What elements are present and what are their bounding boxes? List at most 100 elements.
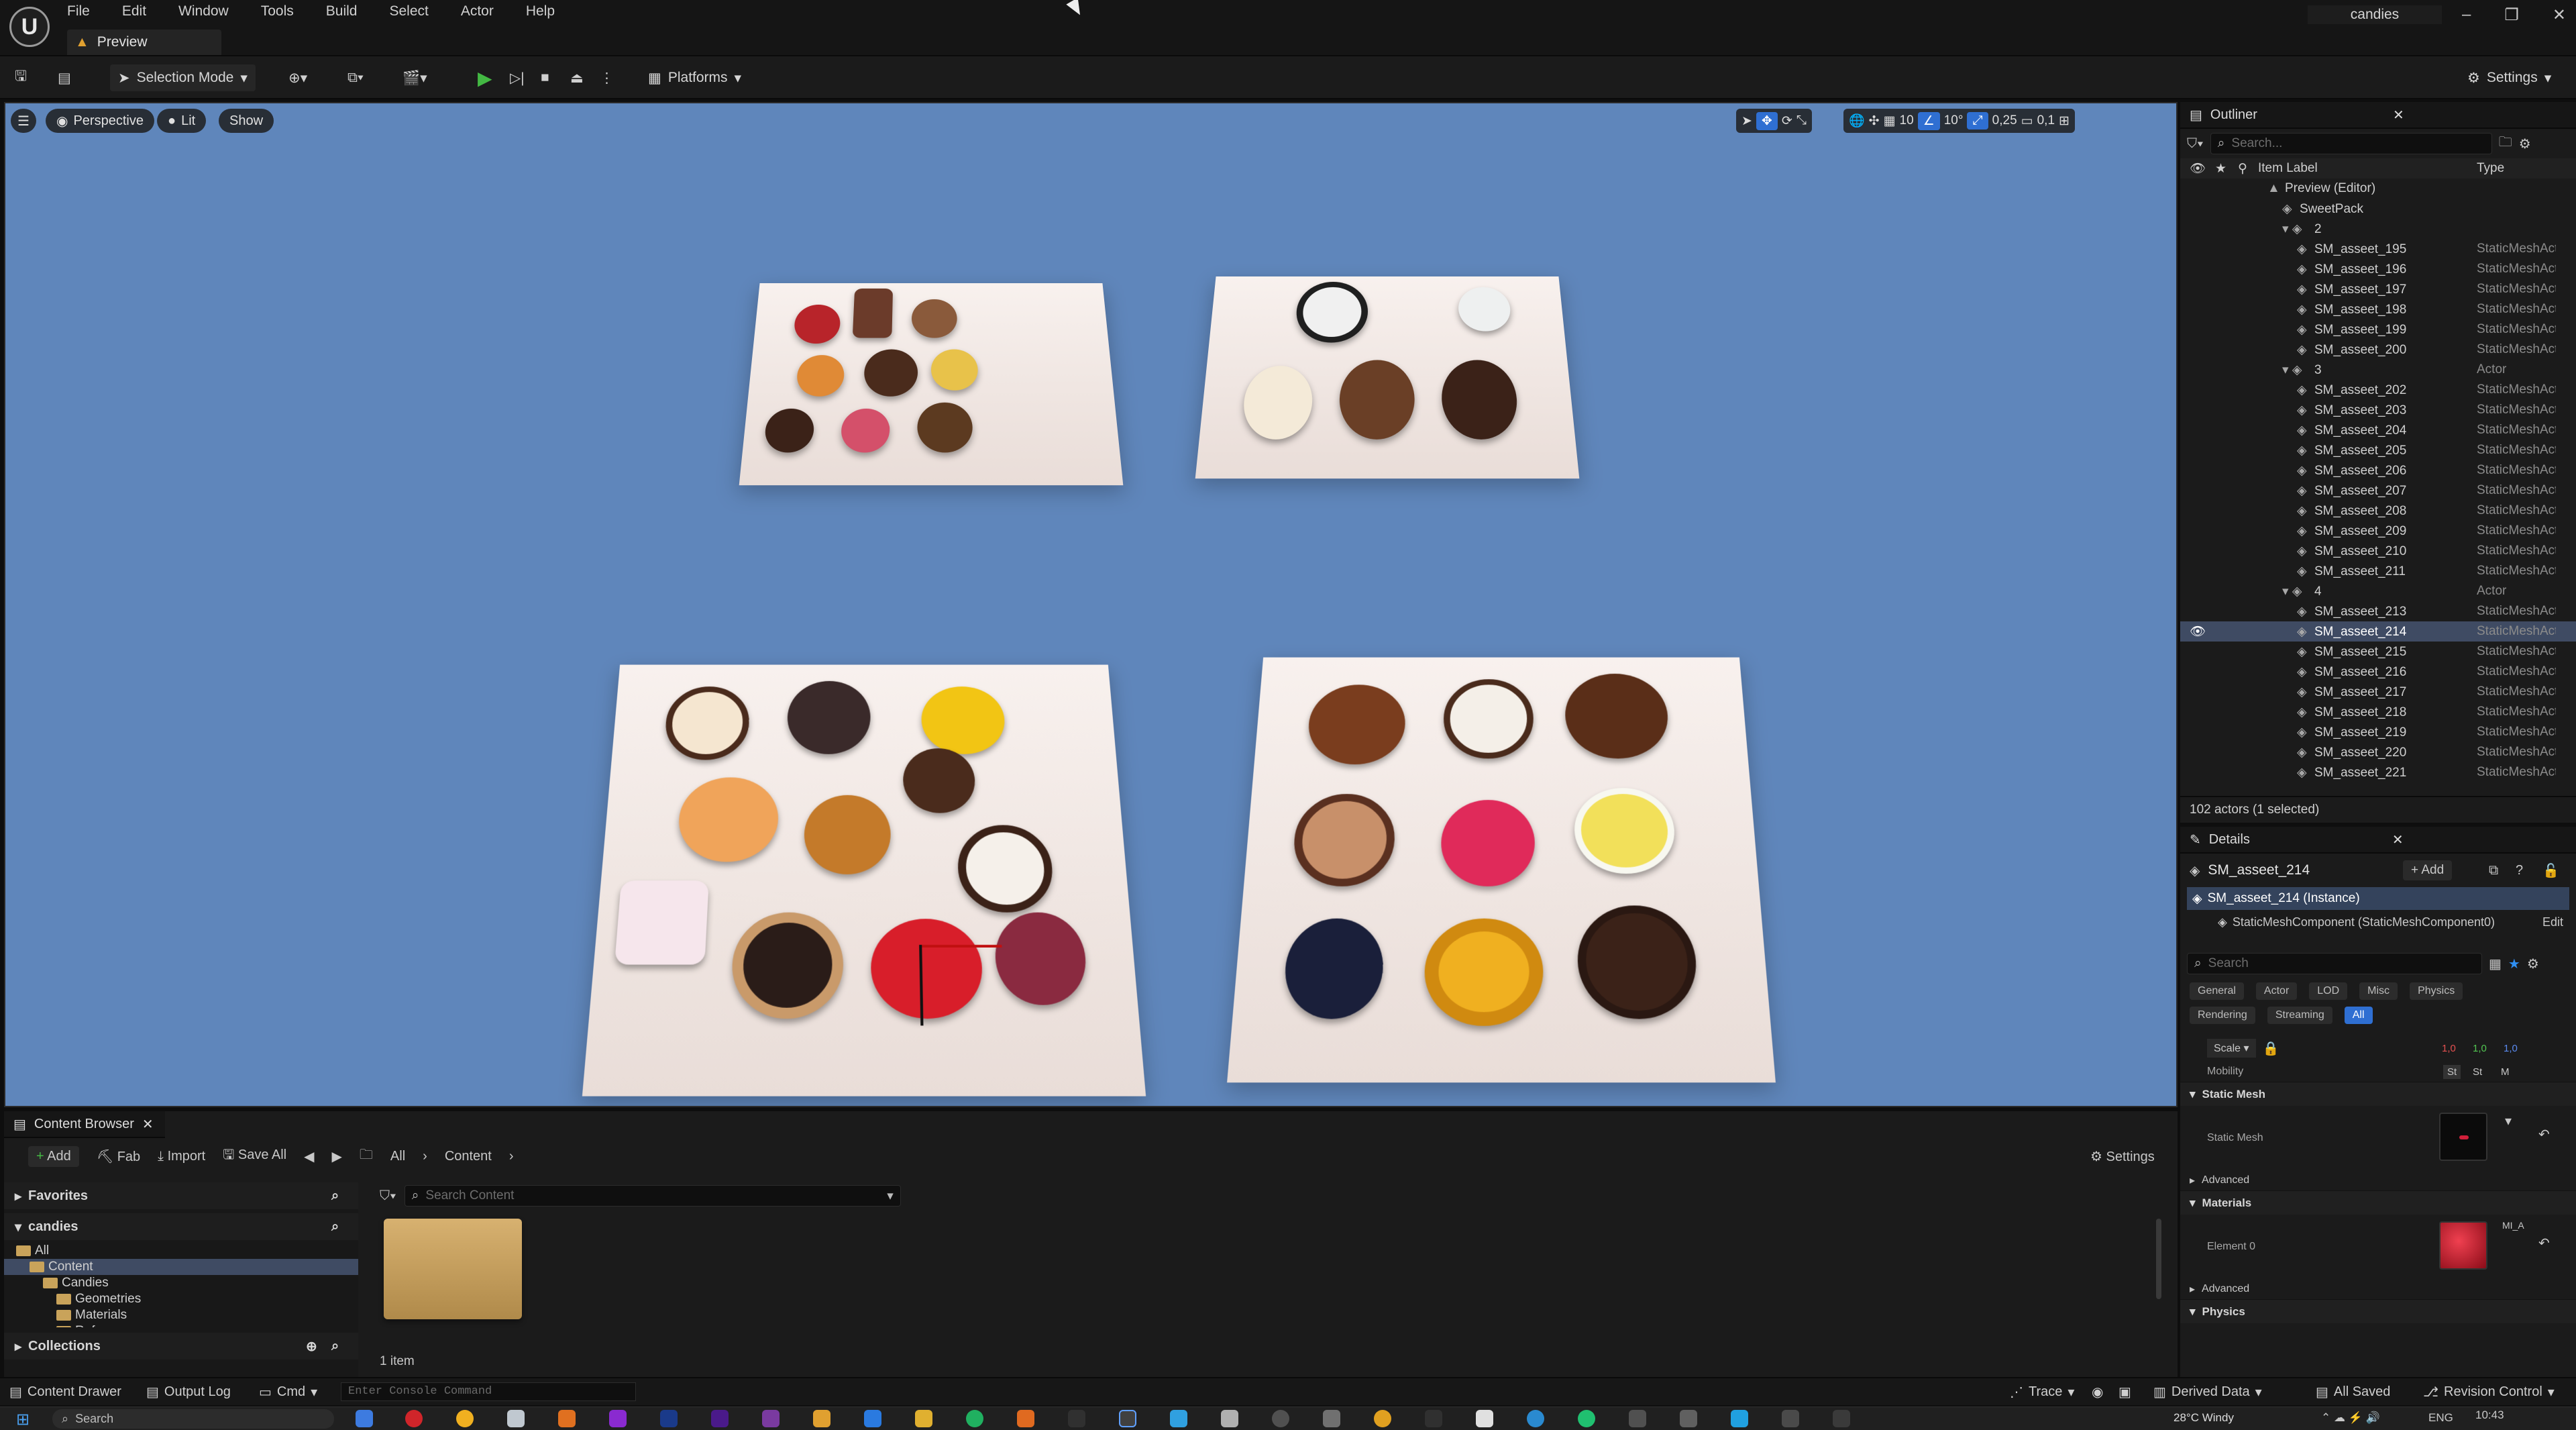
filter-all[interactable]: All — [2344, 1007, 2373, 1024]
outliner-search-input[interactable]: ⌕ Search... — [2210, 133, 2492, 154]
cinematics-icon[interactable]: 🎬▾ — [402, 64, 427, 91]
filter-lod[interactable]: LOD — [2309, 982, 2348, 1000]
outliner-row[interactable]: ◈ SM_asseet_198 StaticMeshActor — [2180, 299, 2576, 319]
outliner-row[interactable]: ◈ SM_asseet_220 StaticMeshActor — [2180, 742, 2576, 762]
taskbar-app-icon[interactable] — [1017, 1410, 1034, 1427]
windows-start-icon[interactable]: ⊞ — [16, 1410, 30, 1429]
scale-dropdown[interactable]: Scale ▾ — [2207, 1039, 2256, 1058]
move-tool-icon[interactable]: ✥ — [1756, 111, 1778, 130]
add-component-button[interactable]: + Add — [2403, 860, 2453, 880]
outliner-row[interactable]: ◈ SM_asseet_215 StaticMeshActor — [2180, 642, 2576, 662]
output-log-button[interactable]: ▤ Output Log — [146, 1384, 231, 1400]
language-indicator[interactable]: ENG — [2428, 1411, 2453, 1425]
scale-snap-icon[interactable]: ⤢ — [1967, 112, 1988, 130]
taskbar-app-icon[interactable] — [1527, 1410, 1544, 1427]
eject-icon[interactable]: ⏏ — [570, 64, 584, 91]
help-icon[interactable]: ? — [2516, 863, 2523, 878]
edit-link[interactable]: Edit — [2542, 915, 2563, 929]
details-tab[interactable]: ✎ Details ✕ — [2180, 827, 2576, 854]
taskbar-app-icon[interactable] — [1782, 1410, 1799, 1427]
outliner-row[interactable]: ◈ SM_asseet_206 StaticMeshActor — [2180, 460, 2576, 480]
folder-tree-item[interactable]: Candies — [4, 1275, 358, 1291]
star-column-icon[interactable]: ★ — [2215, 161, 2226, 176]
platforms-button[interactable]: ▦ Platforms ▾ — [648, 64, 741, 91]
taskbar-photoshop-icon[interactable] — [660, 1410, 678, 1427]
back-icon[interactable]: ◀ — [304, 1148, 314, 1165]
revision-control-button[interactable]: ⎇ Revision Control ▾ — [2423, 1384, 2555, 1400]
outliner-row[interactable]: ◈ SM_asseet_197 StaticMeshActor — [2180, 279, 2576, 299]
record-icon[interactable]: ◉ — [2092, 1384, 2103, 1400]
project-section[interactable]: ▾ candies ⌕ — [4, 1213, 358, 1240]
menu-select[interactable]: Select — [389, 3, 428, 19]
taskbar-app-icon[interactable] — [1425, 1410, 1442, 1427]
close-icon[interactable]: ✕ — [2392, 831, 2404, 848]
taskbar-app-icon[interactable] — [1221, 1410, 1238, 1427]
scale-y[interactable]: 1,0 — [2473, 1043, 2487, 1054]
camera-speed-value[interactable]: 0,1 — [2037, 113, 2055, 128]
taskbar-app-icon[interactable] — [405, 1410, 423, 1427]
mobility-static[interactable]: St — [2443, 1064, 2461, 1079]
item-label-column[interactable]: Item Label — [2258, 161, 2318, 176]
minimize-button[interactable]: – — [2462, 5, 2471, 24]
import-button[interactable]: ⤓ Import — [158, 1149, 205, 1164]
trace-button[interactable]: ⋰ Trace ▾ — [2010, 1384, 2074, 1400]
fab-button[interactable]: ⛏ Fab — [97, 1148, 140, 1165]
outliner-tab[interactable]: ▤ Outliner ✕ — [2180, 102, 2576, 129]
outliner-row[interactable]: 👁 ◈ SM_asseet_214 StaticMeshActor — [2180, 621, 2576, 642]
reset-icon[interactable]: ↶ — [2538, 1126, 2550, 1143]
settings-button[interactable]: ⚙ Settings ▾ — [2467, 64, 2551, 91]
outliner-row[interactable]: ◈ SM_asseet_200 StaticMeshActor — [2180, 340, 2576, 360]
stop-icon[interactable]: ■ — [541, 64, 549, 91]
taskbar-app-icon[interactable] — [762, 1410, 780, 1427]
folder-tree-item[interactable]: Geometries — [4, 1291, 358, 1307]
taskbar-app-icon[interactable] — [1374, 1410, 1391, 1427]
grid-snap-icon[interactable]: ▦ — [1884, 113, 1896, 129]
filter-actor[interactable]: Actor — [2255, 982, 2298, 1000]
outliner-row[interactable]: ◈ SM_asseet_208 StaticMeshActor — [2180, 501, 2576, 521]
outliner-row[interactable]: ◈ SM_asseet_203 StaticMeshActor — [2180, 400, 2576, 420]
taskbar-app-icon[interactable] — [864, 1410, 881, 1427]
menu-file[interactable]: File — [67, 3, 90, 19]
search-icon[interactable]: ⌕ — [331, 1339, 339, 1354]
taskbar-unreal-icon[interactable] — [1119, 1410, 1136, 1427]
scale-tool-icon[interactable]: ⤡ — [1796, 113, 1807, 128]
gizmo-x-axis[interactable] — [919, 944, 1002, 948]
visibility-column-icon[interactable]: 👁 — [2190, 160, 2206, 176]
taskbar-explorer-icon[interactable] — [915, 1410, 932, 1427]
taskbar-app-icon[interactable] — [813, 1410, 830, 1427]
save-all-button[interactable]: 🖫 Save All — [223, 1145, 286, 1168]
taskbar-app-icon[interactable] — [1833, 1410, 1850, 1427]
filter-icon[interactable]: ⛉▾ — [2187, 136, 2204, 152]
taskbar-app-icon[interactable] — [1578, 1410, 1595, 1427]
close-icon[interactable]: ✕ — [142, 1116, 154, 1133]
taskbar-app-icon[interactable] — [1068, 1410, 1085, 1427]
search-icon[interactable]: ⌕ — [331, 1219, 339, 1235]
rotation-snap-icon[interactable]: ∠ — [1917, 111, 1940, 130]
close-button[interactable]: ✕ — [2553, 5, 2566, 25]
add-collection-icon[interactable]: ⊕ — [306, 1338, 317, 1355]
hamburger-menu-icon[interactable]: ☰ — [11, 109, 36, 133]
filter-rendering[interactable]: Rendering — [2190, 1007, 2255, 1024]
filter-misc[interactable]: Misc — [2359, 982, 2398, 1000]
all-saved-button[interactable]: ▤ All Saved — [2316, 1384, 2390, 1400]
pin-column-icon[interactable]: ⚲ — [2238, 161, 2247, 176]
outliner-row[interactable]: ◈ SM_asseet_209 StaticMeshActor — [2180, 521, 2576, 541]
mobility-movable[interactable]: M — [2501, 1066, 2510, 1078]
taskbar-app-icon[interactable] — [356, 1410, 373, 1427]
content-scrollbar[interactable] — [2156, 1219, 2161, 1299]
menu-build[interactable]: Build — [326, 3, 358, 19]
taskbar-app-icon[interactable] — [966, 1410, 983, 1427]
add-folder-icon[interactable]: 🗀 — [2499, 132, 2512, 155]
filter-streaming[interactable]: Streaming — [2267, 1007, 2332, 1024]
details-settings-icon[interactable]: ⚙ — [2527, 956, 2539, 972]
outliner-row[interactable]: ◈ SM_asseet_199 StaticMeshActor — [2180, 319, 2576, 340]
filter-physics[interactable]: Physics — [2410, 982, 2463, 1000]
section-physics[interactable]: ▾ Physics — [2180, 1299, 2576, 1323]
unreal-logo-icon[interactable]: U — [9, 7, 50, 47]
content-drawer-button[interactable]: ▤ Content Drawer — [9, 1384, 121, 1400]
select-tool-icon[interactable]: ➤ — [1741, 113, 1752, 129]
collections-section[interactable]: ▸ Collections ⊕ ⌕ — [4, 1333, 358, 1360]
breadcrumb-all[interactable]: All — [390, 1149, 405, 1164]
selection-mode-button[interactable]: ➤ Selection Mode ▾ — [110, 64, 256, 91]
menu-window[interactable]: Window — [178, 3, 229, 19]
